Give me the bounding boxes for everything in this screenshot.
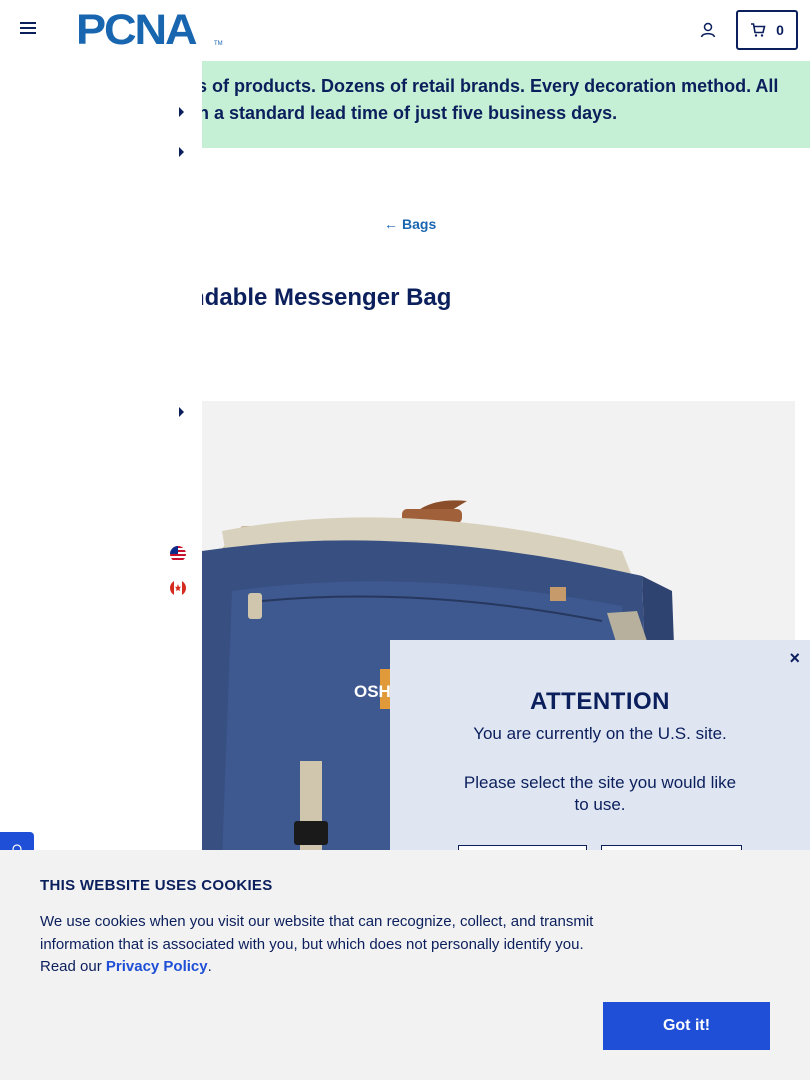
caret-right-icon[interactable] — [179, 147, 184, 157]
back-link-label: Bags — [402, 216, 437, 232]
accept-cookies-button[interactable]: Got it! — [603, 1002, 770, 1050]
caret-right-icon[interactable] — [179, 407, 184, 417]
site-header: PCNA TM 0 — [0, 0, 810, 61]
back-to-bags-link[interactable]: ← Bags — [384, 216, 436, 232]
close-icon[interactable]: × — [789, 648, 800, 669]
pcna-logo[interactable]: PCNA TM — [76, 8, 226, 52]
arrow-left-icon: ← — [384, 216, 398, 232]
hamburger-icon[interactable] — [20, 22, 36, 38]
canada-flag-icon[interactable] — [170, 580, 186, 596]
logo-wordmark: PCNA — [76, 6, 198, 54]
attention-select-site-text: Please select the site you would like to… — [463, 773, 737, 814]
cart-count: 0 — [776, 22, 784, 38]
logo-trademark: TM — [214, 41, 223, 47]
bag-print-text: OSH — [354, 682, 391, 701]
cookie-text-end: . — [207, 958, 212, 975]
cookie-consent-banner: THIS WEBSITE USES COOKIES We use cookies… — [0, 850, 810, 1080]
cookie-title: THIS WEBSITE USES COOKIES — [40, 877, 273, 894]
user-icon[interactable] — [698, 20, 718, 40]
caret-right-icon[interactable] — [179, 107, 184, 117]
attention-title: ATTENTION — [529, 688, 671, 715]
side-nav-drawer — [0, 61, 202, 861]
banner-text: ls of products. Dozens of retail brands.… — [192, 73, 802, 127]
product-title: ndable Messenger Bag — [190, 284, 452, 311]
banner-line-1: ls of products. Dozens of retail brands.… — [192, 76, 779, 96]
page: PCNA TM 0 ls of products. Dozens of reta… — [0, 0, 810, 1080]
attention-current-site-text: You are currently on the U.S. site. — [473, 724, 727, 743]
cookie-text: We use cookies when you visit our websit… — [40, 911, 600, 979]
cart-button[interactable]: 0 — [736, 10, 798, 50]
banner-line-2: th a standard lead time of just five bus… — [192, 103, 618, 123]
privacy-policy-link[interactable]: Privacy Policy — [106, 958, 208, 975]
us-flag-icon[interactable] — [170, 546, 186, 562]
cart-icon — [751, 23, 766, 37]
